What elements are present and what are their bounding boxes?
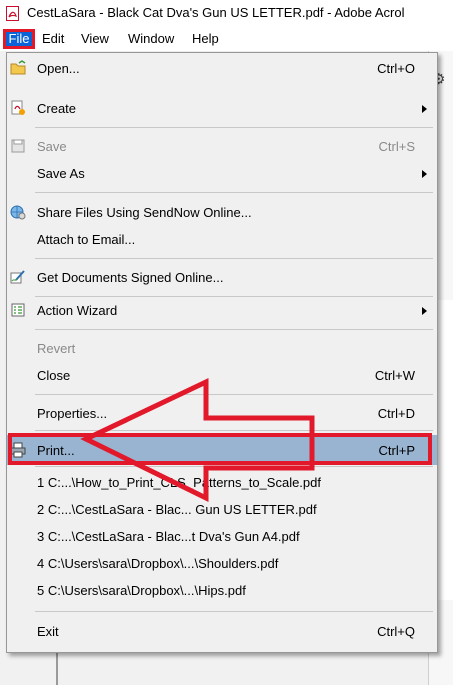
menu-item-action-wizard[interactable]: Action Wizard	[7, 295, 437, 325]
menu-separator	[35, 394, 433, 395]
recent-file-1[interactable]: 1 C:...\How_to_Print_CLS_Patterns_to_Sca…	[7, 467, 437, 497]
menu-item-attach-email[interactable]: Attach to Email...	[7, 224, 437, 254]
sign-pen-icon	[10, 270, 25, 284]
submenu-arrow-icon	[422, 307, 427, 315]
menu-item-exit[interactable]: Exit Ctrl+Q	[7, 616, 437, 646]
print-highlight-box	[8, 433, 432, 465]
save-disk-icon	[11, 139, 25, 153]
title-bar: CestLaSara - Black Cat Dva's Gun US LETT…	[0, 0, 453, 26]
recent-file-3[interactable]: 3 C:...\CestLaSara - Blac...t Dva's Gun …	[7, 521, 437, 551]
menu-item-get-signed[interactable]: Get Documents Signed Online...	[7, 262, 437, 292]
menu-separator	[35, 430, 433, 431]
menu-edit[interactable]: Edit	[42, 31, 64, 46]
recent-file-5[interactable]: 5 C:\Users\sara\Dropbox\...\Hips.pdf	[7, 575, 437, 605]
menu-item-share-files[interactable]: Share Files Using SendNow Online...	[7, 197, 437, 227]
menu-help[interactable]: Help	[192, 31, 219, 46]
menu-bar: File Edit View Window Help	[0, 27, 453, 51]
menu-item-properties[interactable]: Properties... Ctrl+D	[7, 398, 437, 428]
submenu-arrow-icon	[422, 105, 427, 113]
action-wizard-icon	[11, 303, 25, 317]
recent-file-4[interactable]: 4 C:\Users\sara\Dropbox\...\Shoulders.pd…	[7, 548, 437, 578]
menu-item-save-as[interactable]: Save As	[7, 158, 437, 188]
menu-item-revert[interactable]: Revert	[7, 333, 437, 363]
menu-item-close[interactable]: Close Ctrl+W	[7, 360, 437, 390]
submenu-arrow-icon	[422, 170, 427, 178]
open-folder-icon	[10, 60, 26, 75]
menu-item-create[interactable]: Create	[7, 93, 437, 123]
menu-separator	[35, 192, 433, 193]
pdf-icon	[6, 6, 19, 21]
menu-file[interactable]: File	[3, 29, 35, 49]
window-title: CestLaSara - Black Cat Dva's Gun US LETT…	[27, 5, 405, 20]
menu-separator	[35, 258, 433, 259]
menu-view[interactable]: View	[81, 31, 109, 46]
create-pdf-icon	[11, 100, 25, 115]
recent-file-2[interactable]: 2 C:...\CestLaSara - Blac... Gun US LETT…	[7, 494, 437, 524]
menu-separator	[35, 611, 433, 612]
menu-item-open[interactable]: Open... Ctrl+O	[7, 53, 437, 83]
menu-separator	[35, 127, 433, 128]
menu-separator	[35, 329, 433, 330]
file-menu: Open... Ctrl+O Create Save Ctrl+S Save A…	[6, 52, 438, 653]
globe-share-icon	[10, 205, 26, 220]
menu-window[interactable]: Window	[128, 31, 174, 46]
menu-item-save[interactable]: Save Ctrl+S	[7, 131, 437, 161]
